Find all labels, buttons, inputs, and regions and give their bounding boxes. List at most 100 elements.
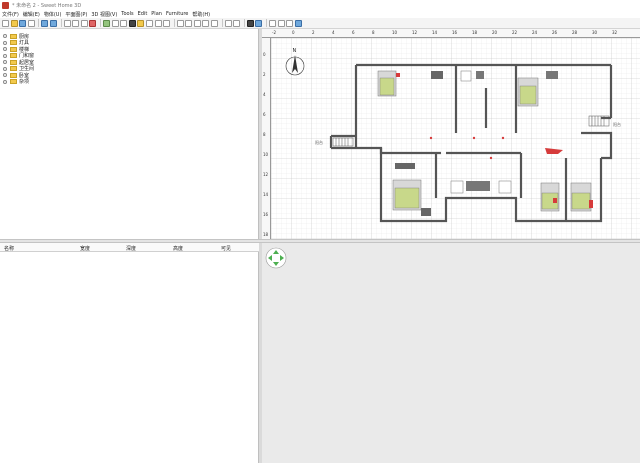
navigation-arrows-icon[interactable] [265,247,287,269]
toolbar-separator [243,19,245,27]
create-labels-icon[interactable] [163,19,171,27]
column-name[interactable]: 名称 [4,245,14,252]
column-width[interactable]: 宽度 [80,245,90,252]
toilet[interactable] [450,180,464,194]
expand-icon[interactable] [3,60,7,64]
furniture-catalog-tree: 厨房 灯具 楼梯 门和窗 起居室 卫生间 卧室 杂项 [0,29,259,239]
tv-cabinet[interactable] [395,163,415,169]
menu-edit[interactable]: 编辑(E) [21,11,42,18]
bathtub[interactable] [466,181,490,191]
column-visible[interactable]: 可见 [221,245,231,252]
wardrobe[interactable] [546,71,558,79]
ruler-label: 0 [263,52,266,57]
3d-view[interactable] [262,243,640,463]
expand-icon[interactable] [3,40,7,45]
undo-icon[interactable] [41,19,49,27]
ruler-label: 12 [412,30,418,35]
create-video-icon[interactable] [255,19,263,27]
menu-3d-view[interactable]: 3D 视图(V) [89,11,119,18]
create-rooms-icon[interactable] [137,19,145,27]
window-title: * 未命名 2 - Sweet Home 3D [12,2,82,9]
folder-icon [10,33,17,39]
expand-icon[interactable] [3,53,7,58]
create-polylines-icon[interactable] [145,19,153,27]
add-furniture-icon[interactable] [102,19,110,27]
ruler-label: 32 [612,30,618,35]
select-mode-icon[interactable] [111,19,119,27]
ruler-label: 4 [332,30,335,35]
open-folder-icon[interactable] [10,19,18,27]
ruler-label: 4 [263,92,266,97]
folder-icon [10,53,17,58]
preferences-icon[interactable] [27,19,35,27]
expand-icon[interactable] [3,79,7,84]
create-photo-icon[interactable] [246,19,254,27]
pan-mode-icon[interactable] [120,19,128,27]
redo-icon[interactable] [49,19,57,27]
folder-icon [10,72,17,78]
floor-plan-canvas[interactable]: N 阳台 阳台 [271,38,640,239]
toolbar-separator [266,19,268,27]
create-walls-icon[interactable] [128,19,136,27]
category-label: 杂项 [19,79,30,85]
delete-icon[interactable] [89,19,97,27]
ruler-label: 14 [263,192,269,197]
ruler-label: 10 [392,30,398,35]
column-depth[interactable]: 深度 [126,245,136,252]
italic-text-icon[interactable] [211,19,219,27]
selected-item[interactable] [396,73,400,77]
bed-cover [571,192,591,210]
paste-icon[interactable] [80,19,88,27]
cut-icon[interactable] [63,19,71,27]
menu-tools[interactable]: Tools [119,11,135,17]
menu-edit-en[interactable]: Edit [136,11,150,17]
import-furniture-icon[interactable] [269,19,277,27]
ruler-label: -2 [272,30,276,35]
bold-text-icon[interactable] [202,19,210,27]
expand-icon[interactable] [3,34,7,38]
app-logo-icon [2,1,9,9]
expand-icon[interactable] [3,66,7,71]
light-point[interactable] [472,136,476,140]
menu-help[interactable]: 帮助(H) [190,11,212,18]
menu-furniture[interactable]: 物体(U) [42,11,64,18]
nightstand[interactable] [421,208,431,216]
new-home-icon[interactable] [2,19,9,27]
zoom-out-icon[interactable] [233,19,241,27]
export-icon[interactable] [286,19,294,27]
ruler-label: 10 [263,152,269,157]
menu-plan[interactable]: 平面图(P) [63,11,89,18]
copy-icon[interactable] [72,19,80,27]
menu-plan-en[interactable]: Plan [149,11,164,17]
wardrobe[interactable] [431,71,443,79]
light-point[interactable] [489,156,493,160]
ruler-label: 24 [532,30,538,35]
import-texture-icon[interactable] [277,19,285,27]
light-point[interactable] [501,136,505,140]
text-style-icon[interactable] [176,19,184,27]
menu-bar: 文件(F) 编辑(E) 物体(U) 平面图(P) 3D 视图(V) Tools … [0,10,640,18]
plan-view[interactable]: -2 0 2 4 6 8 10 12 14 16 18 20 22 24 26 … [262,29,640,239]
column-height[interactable]: 高度 [173,245,183,252]
help-icon[interactable] [294,19,302,27]
stair-label: 阳台 [315,139,323,145]
save-icon[interactable] [19,19,27,27]
toolbar [0,18,640,29]
expand-icon[interactable] [3,73,7,77]
selected-item[interactable] [589,200,593,208]
catalog-category[interactable]: 杂项 [3,79,29,85]
menu-file[interactable]: 文件(F) [0,11,21,18]
folder-icon [10,79,17,84]
increase-text-icon[interactable] [185,19,193,27]
decrease-text-icon[interactable] [193,19,201,27]
selected-item[interactable] [553,198,557,203]
light-point[interactable] [429,136,433,140]
zoom-in-icon[interactable] [224,19,232,27]
toilet[interactable] [460,70,472,82]
menu-furniture-en[interactable]: Furniture [164,11,190,17]
sink[interactable] [498,180,512,194]
create-dimensions-icon[interactable] [154,19,162,27]
ruler-label: 22 [512,30,518,35]
expand-icon[interactable] [3,47,7,51]
shower[interactable] [476,71,484,79]
